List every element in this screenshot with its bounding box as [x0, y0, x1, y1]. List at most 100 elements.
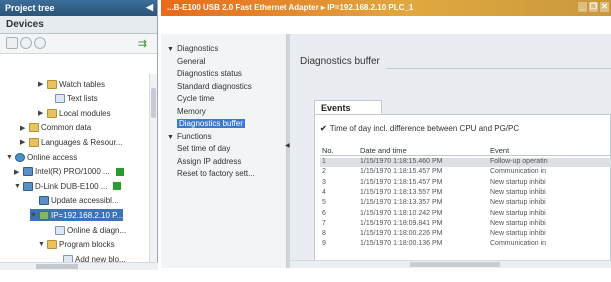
window-controls: _ ❐ ✕ — [578, 2, 609, 12]
cell-event: Follow-up operatin — [490, 158, 548, 165]
globe-icon — [15, 152, 25, 162]
nav-item[interactable]: Cycle time — [177, 94, 214, 103]
column-header-no[interactable]: No. — [322, 146, 334, 155]
table-row[interactable]: 2 1/15/1970 1:18:15.457 PM Communication i… — [320, 168, 611, 177]
expand-arrow-icon[interactable]: ▶ — [14, 168, 21, 176]
folder-icon — [29, 123, 39, 133]
minimize-button[interactable]: _ — [578, 2, 587, 12]
document-icon — [55, 94, 65, 104]
nav-group-label: Diagnostics — [176, 44, 219, 53]
project-tree: ▶ Watch tables Text lists ▶ Local modules ▶ Co… — [0, 74, 148, 264]
table-row[interactable]: 1 1/15/1970 1:18:15.460 PM Follow-up opera… — [320, 158, 611, 167]
tab-devices[interactable]: Devices — [0, 16, 157, 34]
collapse-panel-icon[interactable]: ◀ — [146, 2, 153, 13]
tree-item[interactable]: ▼ D-Link DUB-E100 ... — [14, 180, 122, 192]
project-tree-horizontal-scrollbar[interactable] — [0, 262, 158, 270]
diagnostics-icon — [55, 225, 65, 235]
events-horizontal-scrollbar[interactable] — [290, 260, 611, 268]
nav-group-1[interactable]: ▼ Functions — [167, 132, 212, 141]
events-table: No. Date and time Event 1 1/15/1970 1:18:… — [320, 146, 611, 260]
nav-item[interactable]: Reset to factory sett... — [177, 169, 255, 178]
cell-date-time: 1/15/1970 1:18:09.841 PM — [360, 219, 443, 227]
collapse-arrow-icon[interactable]: ▼ — [14, 183, 21, 190]
tree-item-label: D-Link DUB-E100 ... — [35, 181, 108, 191]
splitter-collapse-icon[interactable]: ◀ — [285, 142, 290, 149]
cell-date-time: 1/15/1970 1:18:10.242 PM — [360, 209, 443, 217]
scrollbar-thumb[interactable] — [410, 262, 500, 267]
cell-no: 2 — [322, 168, 326, 176]
nav-item[interactable]: Assign IP address — [177, 157, 241, 166]
cell-date-time: 1/15/1970 1:18:13.357 PM — [360, 199, 443, 207]
tree-item[interactable]: ▼ IP=192.168.2.10 P... — [30, 209, 124, 222]
table-row[interactable]: 6 1/15/1970 1:18:10.242 PM New startup inh… — [320, 210, 611, 219]
table-row[interactable]: 9 1/15/1970 1:18:00.136 PM Communication i… — [320, 240, 611, 249]
check-icon[interactable]: ✔ — [320, 124, 327, 133]
expand-arrow-icon[interactable]: ▶ — [38, 80, 45, 88]
nav-item[interactable]: Diagnostics buffer — [177, 119, 245, 128]
tree-item-label: Online & diagn... — [67, 225, 127, 235]
cell-event: New startup inhibi — [490, 219, 546, 227]
update-icon — [39, 196, 49, 206]
tree-item[interactable]: ▼ Online access — [6, 151, 77, 163]
tree-item[interactable]: ▶ Watch tables — [38, 78, 105, 90]
collapse-arrow-icon[interactable]: ▼ — [38, 241, 45, 248]
heading-divider — [386, 68, 611, 69]
tree-item-label: Watch tables — [59, 79, 105, 89]
cell-event: New startup inhibi — [490, 230, 546, 238]
column-header-date-time[interactable]: Date and time — [360, 146, 407, 155]
table-row[interactable]: 8 1/15/1970 1:18:00.226 PM New startup inh… — [320, 230, 611, 239]
time-of-day-checkbox[interactable]: ✔ Time of day incl. difference between CP… — [320, 124, 519, 133]
collapse-arrow-icon[interactable]: ▼ — [167, 46, 174, 53]
collapse-arrow-icon[interactable]: ▼ — [6, 154, 13, 161]
nav-item[interactable]: Set time of day — [177, 144, 230, 153]
table-row[interactable]: 5 1/15/1970 1:18:13.357 PM New startup inh… — [320, 199, 611, 208]
back-icon[interactable] — [20, 37, 32, 49]
nav-item[interactable]: Standard diagnostics — [177, 82, 252, 91]
cell-no: 8 — [322, 230, 326, 238]
tab-events[interactable]: Events — [314, 100, 382, 114]
editor-title: ...B-E100 USB 2.0 Fast Ethernet Adapter … — [167, 3, 414, 12]
tree-item[interactable]: ▼ Program blocks — [38, 239, 115, 251]
tree-item[interactable]: ▶ Languages & Resour... — [20, 136, 122, 148]
page-title: Diagnostics buffer — [300, 56, 380, 67]
cell-no: 9 — [322, 240, 326, 248]
expand-arrow-icon[interactable]: ▶ — [20, 124, 27, 132]
cell-date-time: 1/15/1970 1:18:15.457 PM — [360, 178, 443, 186]
project-tree-vertical-scrollbar[interactable] — [149, 74, 157, 264]
checkbox-label: Time of day incl. difference between CPU… — [329, 124, 520, 133]
tree-item[interactable]: Text lists — [46, 93, 98, 105]
tree-item[interactable]: ▶ Local modules — [38, 107, 111, 119]
collapse-arrow-icon[interactable]: ▼ — [167, 134, 174, 141]
collapse-arrow-icon[interactable]: ▼ — [30, 212, 37, 219]
network-card-icon — [23, 181, 33, 191]
nav-item[interactable]: Memory — [177, 107, 206, 116]
cell-no: 6 — [322, 209, 326, 217]
expand-arrow-icon[interactable]: ▶ — [20, 138, 27, 146]
forward-icon[interactable] — [34, 37, 46, 49]
table-row[interactable]: 4 1/15/1970 1:18:13.557 PM New startup inh… — [320, 189, 611, 198]
nav-item[interactable]: General — [177, 57, 205, 66]
add-device-icon[interactable]: ⇉ — [138, 37, 147, 50]
table-row[interactable]: 7 1/15/1970 1:18:09.841 PM New startup inh… — [320, 220, 611, 229]
nav-item[interactable]: Diagnostics status — [177, 69, 242, 78]
table-row[interactable]: 3 1/15/1970 1:18:15.457 PM New startup inh… — [320, 179, 611, 188]
tree-item-label: Common data — [41, 123, 92, 133]
tree-item[interactable]: ▶ Common data — [20, 122, 91, 134]
column-header-event[interactable]: Event — [490, 146, 509, 155]
cell-date-time: 1/15/1970 1:18:15.457 PM — [360, 168, 443, 176]
expand-arrow-icon[interactable]: ▶ — [38, 109, 45, 117]
grid-view-icon[interactable] — [6, 37, 18, 49]
scrollbar-thumb[interactable] — [151, 88, 156, 118]
nav-group-label: Functions — [176, 131, 212, 141]
tree-item[interactable]: Update accessibl... — [30, 195, 119, 207]
tree-item[interactable]: Online & diagn... — [46, 224, 126, 236]
close-button[interactable]: ✕ — [600, 2, 609, 12]
restore-button[interactable]: ❐ — [589, 2, 598, 12]
tree-item[interactable]: ▶ Intel(R) PRO/1000 ... — [14, 166, 124, 178]
nav-group-0[interactable]: ▼ Diagnostics — [167, 44, 218, 53]
cell-event: Communication in — [490, 240, 547, 248]
scrollbar-thumb[interactable] — [36, 264, 78, 269]
cell-event: New startup inhibi — [490, 188, 546, 196]
tree-item-label: Local modules — [59, 108, 111, 118]
folder-icon — [47, 108, 57, 118]
